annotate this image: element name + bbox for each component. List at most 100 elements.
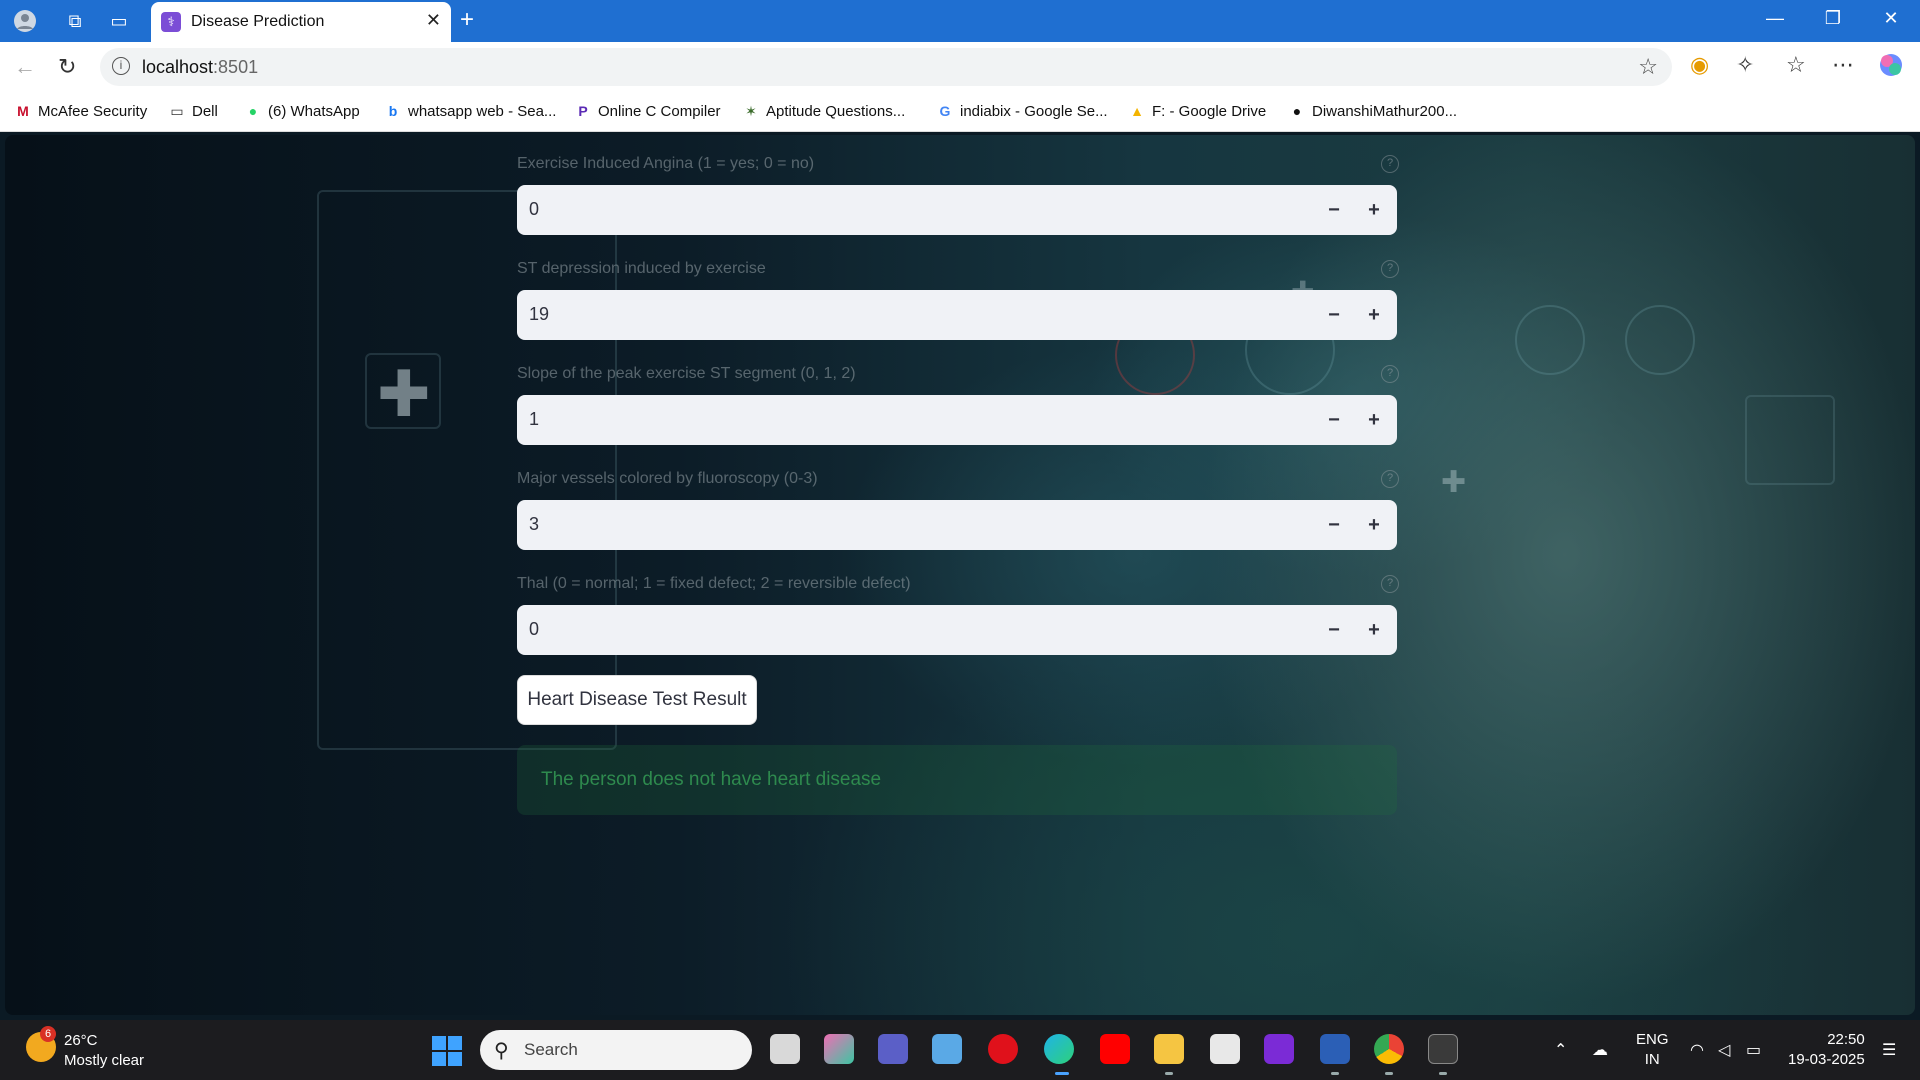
mcafee-icon: M	[17, 103, 29, 119]
exercise-angina-input[interactable]: 0 − +	[517, 185, 1397, 235]
edge-icon[interactable]	[1044, 1034, 1074, 1064]
app-indicator	[1165, 1072, 1173, 1075]
help-icon[interactable]: ?	[1381, 575, 1399, 593]
profile-icon[interactable]	[12, 8, 38, 34]
notifications-icon[interactable]: ☰	[1882, 1040, 1896, 1060]
increment-button[interactable]: +	[1359, 615, 1389, 645]
notepad-icon[interactable]	[932, 1034, 962, 1064]
bookmarks-bar: M McAfee Security ▭ Dell ● (6) WhatsApp b wh…	[0, 92, 1920, 132]
volume-icon[interactable]: ◁	[1718, 1040, 1730, 1060]
decrement-button[interactable]: −	[1319, 405, 1349, 435]
tab-close-icon[interactable]: ✕	[426, 10, 441, 31]
input-value: 3	[529, 514, 540, 534]
increment-button[interactable]: +	[1359, 300, 1389, 330]
workspaces-icon[interactable]: ⧉	[62, 8, 88, 34]
bing-icon: b	[388, 103, 398, 119]
bookmark-label: F: - Google Drive	[1152, 102, 1267, 120]
bookmark-github[interactable]: ● DiwanshiMathur200...	[1288, 102, 1457, 120]
bookmark-mcafee[interactable]: M McAfee Security	[14, 102, 147, 120]
aptitude-icon: ✶	[745, 103, 757, 119]
medical-cross-icon: ✚	[377, 358, 431, 430]
favorites-icon[interactable]: ☆	[1786, 52, 1806, 78]
bookmark-label: McAfee Security	[38, 102, 148, 120]
decrement-button[interactable]: −	[1319, 300, 1349, 330]
address-toolbar: ← ↻ i localhost:8501 ☆ ◉ ✧ ☆ ⋯	[0, 42, 1920, 92]
thal-input[interactable]: 0 − +	[517, 605, 1397, 655]
bookmark-indiabix[interactable]: Gindiabix - Google Se...	[936, 102, 1108, 120]
system-clock[interactable]: 22:50 19-03-2025	[1788, 1030, 1865, 1070]
language-code: ENG	[1636, 1031, 1669, 1048]
bookmark-label: indiabix - Google Se...	[960, 102, 1108, 120]
background-ring	[1625, 305, 1695, 375]
new-tab-icon[interactable]: +	[460, 6, 474, 34]
help-icon[interactable]: ?	[1381, 155, 1399, 173]
bookmark-online-compiler[interactable]: P Online C Compiler	[574, 102, 720, 120]
decrement-button[interactable]: −	[1319, 615, 1349, 645]
extensions-icon[interactable]: ✧	[1736, 52, 1754, 78]
bookmark-dell[interactable]: ▭ Dell	[168, 102, 217, 120]
vertical-tabs-icon[interactable]: ▭	[106, 8, 132, 34]
bookmark-aptitude[interactable]: ✶ Aptitude Questions...	[742, 102, 905, 120]
decrement-button[interactable]: −	[1319, 195, 1349, 225]
task-view-icon[interactable]	[770, 1034, 800, 1064]
bookmark-google-drive[interactable]: ▲ F: - Google Drive	[1128, 102, 1266, 120]
app-page: ✚ ✚ ✚ Exercise Induced Angina (1 = yes; …	[5, 135, 1915, 1015]
increment-button[interactable]: +	[1359, 510, 1389, 540]
file-explorer-icon[interactable]	[1154, 1034, 1184, 1064]
microsoft-store-icon[interactable]	[1210, 1034, 1240, 1064]
app-indicator	[1385, 1072, 1393, 1075]
increment-button[interactable]: +	[1359, 405, 1389, 435]
help-icon[interactable]: ?	[1381, 260, 1399, 278]
field-label-major-vessels: Major vessels colored by fluoroscopy (0-…	[517, 470, 818, 487]
field-label-exercise-angina: Exercise Induced Angina (1 = yes; 0 = no…	[517, 155, 815, 172]
site-info-icon[interactable]: i	[112, 57, 130, 75]
youtube-icon[interactable]	[1100, 1034, 1130, 1064]
address-input[interactable]: i localhost:8501 ☆	[100, 48, 1672, 86]
compiler-icon: P	[578, 103, 588, 119]
help-icon[interactable]: ?	[1381, 470, 1399, 488]
active-tab[interactable]: ⚕ Disease Prediction ✕	[151, 2, 451, 42]
word-icon[interactable]	[1320, 1034, 1350, 1064]
terminal-icon[interactable]	[1428, 1034, 1458, 1064]
bookmark-whatsapp-web[interactable]: b whatsapp web - Sea...	[384, 102, 557, 120]
extension-badge-icon[interactable]: ◉	[1690, 52, 1709, 78]
bookmark-whatsapp[interactable]: ● (6) WhatsApp	[244, 102, 360, 120]
show-hidden-icons-icon[interactable]: ⌃	[1554, 1040, 1567, 1060]
language-region: IN	[1644, 1051, 1660, 1068]
close-window-icon[interactable]: ✕	[1876, 8, 1906, 29]
help-icon[interactable]: ?	[1381, 365, 1399, 383]
major-vessels-input[interactable]: 3 − +	[517, 500, 1397, 550]
active-app-indicator	[1055, 1072, 1069, 1075]
restore-icon[interactable]: ❐	[1818, 8, 1848, 29]
refresh-icon[interactable]: ↻	[58, 54, 76, 80]
taskbar-search[interactable]: ⚲ Search	[480, 1030, 752, 1070]
st-depression-input[interactable]: 19 − +	[517, 290, 1397, 340]
more-menu-icon[interactable]: ⋯	[1832, 52, 1854, 78]
input-language[interactable]: ENG IN	[1636, 1030, 1669, 1070]
intellij-icon[interactable]	[1264, 1034, 1294, 1064]
back-icon[interactable]: ←	[14, 54, 36, 80]
chrome-icon[interactable]	[1374, 1034, 1404, 1064]
teams-icon[interactable]	[878, 1034, 908, 1064]
increment-button[interactable]: +	[1359, 195, 1389, 225]
heart-disease-test-button[interactable]: Heart Disease Test Result	[517, 675, 757, 725]
opera-icon[interactable]	[988, 1034, 1018, 1064]
background-ring	[1515, 305, 1585, 375]
minimize-icon[interactable]: —	[1760, 8, 1790, 29]
favorite-star-icon[interactable]: ☆	[1638, 54, 1658, 80]
decrement-button[interactable]: −	[1319, 510, 1349, 540]
wifi-icon[interactable]: ◠	[1690, 1040, 1704, 1060]
bookmark-label: whatsapp web - Sea...	[408, 102, 557, 120]
weather-description: Mostly clear	[64, 1052, 145, 1069]
bookmark-label: (6) WhatsApp	[268, 102, 360, 120]
weather-badge: 6	[40, 1026, 56, 1042]
tab-title: Disease Prediction	[191, 13, 325, 30]
address-text: localhost:8501	[142, 57, 258, 78]
copilot-app-icon[interactable]	[824, 1034, 854, 1064]
start-button[interactable]	[432, 1036, 462, 1066]
copilot-icon[interactable]	[1878, 52, 1904, 84]
st-slope-input[interactable]: 1 − +	[517, 395, 1397, 445]
onedrive-icon[interactable]: ☁	[1592, 1040, 1608, 1060]
battery-icon[interactable]: ▭	[1746, 1040, 1761, 1060]
search-icon: ⚲	[494, 1040, 509, 1062]
